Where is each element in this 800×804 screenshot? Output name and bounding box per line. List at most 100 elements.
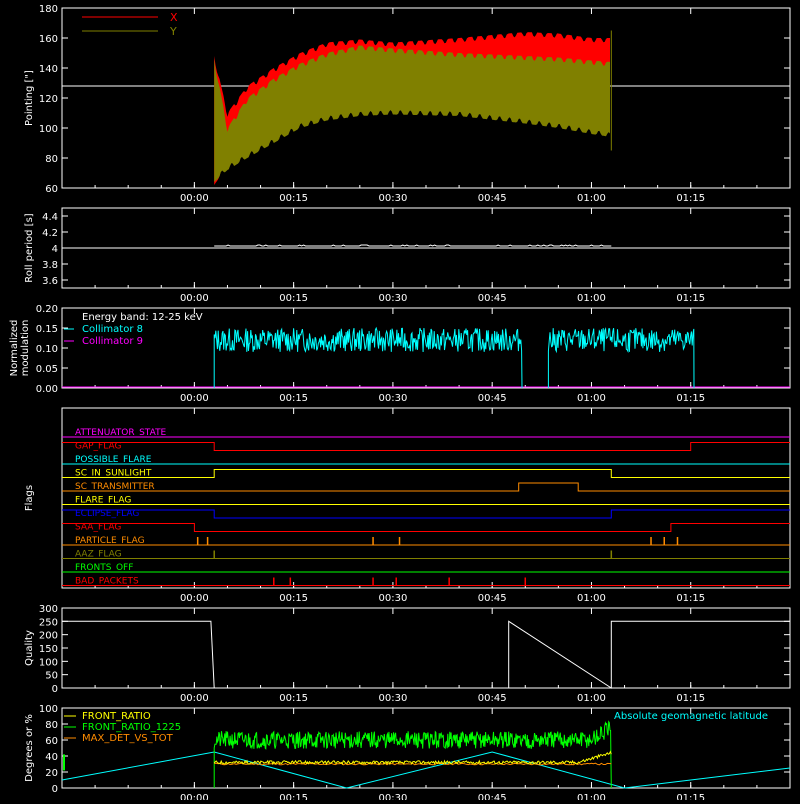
legend-label: FRONT_RATIO_1225 [82,722,181,733]
geomagnetic-latitude-line [61,751,791,789]
flag-trace [62,509,790,519]
x-tick-label: 01:00 [577,193,606,204]
x-tick-label: 00:15 [279,593,308,604]
x-tick-label: 00:15 [279,293,308,304]
y-axis-label: Quality [24,630,35,666]
y-tick-label: 120 [39,94,58,105]
x-tick-label: 01:15 [676,693,705,704]
y-tick-label: 0 [52,784,58,795]
legend-label: Collimator 9 [82,336,143,347]
y-tick-label: 300 [39,604,58,615]
y-tick-label: 0.15 [36,324,58,335]
y-tick-label: 0.00 [36,384,58,395]
panel-frame-3 [61,407,791,589]
y-tick-label: 0.05 [36,364,58,375]
y-tick-label: 3.8 [42,260,58,271]
legend-label: MAX_DET_VS_TOT [82,733,174,744]
y-tick-label: 100 [39,657,58,668]
x-tick-label: 00:30 [378,593,407,604]
legend-label: FRONT_RATIO [82,711,151,722]
pointing-band-y [214,45,610,182]
y-tick-label: 250 [39,617,58,628]
flag-trace [62,442,790,451]
y-axis-label: Pointing ["] [24,70,35,126]
x-tick-label: 00:45 [478,693,507,704]
y-tick-label: 160 [39,34,58,45]
x-tick-label: 00:00 [180,793,209,800]
collimator8-segment-1 [547,327,695,389]
x-tick-label: 00:45 [478,393,507,404]
flag-trace [62,523,790,532]
legend-label: Y [169,25,177,38]
x-tick-label: 01:15 [676,793,705,800]
x-tick-label: 00:30 [378,793,407,800]
y-tick-label: 3.6 [42,276,58,287]
x-tick-label: 00:45 [478,593,507,604]
quality-line [62,620,790,689]
x-tick-label: 00:45 [478,193,507,204]
x-tick-label: 01:15 [676,293,705,304]
x-tick-label: 00:00 [180,293,209,304]
y-tick-label: 0.20 [36,304,58,315]
x-tick-label: 00:00 [180,693,209,704]
y-axis-label: Roll period [s] [24,213,35,282]
y-tick-label: 60 [45,736,58,747]
x-tick-label: 00:15 [279,193,308,204]
x-tick-label: 00:15 [279,793,308,800]
x-tick-label: 00:00 [180,193,209,204]
y-tick-label: 60 [45,184,58,195]
flag-trace [62,482,790,492]
dashboard-svg: 00:00 00:15 00:30 00:45 01:00 01:15 60 80 100 120… [9,4,791,804]
x-tick-label: 00:15 [279,693,308,704]
y-tick-label: 4 [52,244,58,255]
collimator8-segment-0 [213,326,523,389]
chart-stage: 00:00 00:15 00:30 00:45 01:00 01:15 60 80 100 120… [0,0,800,804]
front-ratio-1225-line [213,720,612,789]
x-tick-label: 01:15 [676,393,705,404]
x-tick-label: 01:15 [676,193,705,204]
x-tick-label: 00:15 [279,393,308,404]
x-tick-label: 00:30 [378,293,407,304]
legend-label: Collimator 8 [82,324,143,335]
x-tick-label: 00:30 [378,393,407,404]
flag-trace [62,469,790,478]
right-legend-label: Absolute geomagnetic latitude [614,711,768,722]
x-tick-label: 01:15 [676,593,705,604]
y-tick-label: 180 [39,4,58,15]
y-axis-label: Flags [24,485,35,511]
y-tick-label: 50 [45,671,58,682]
y-axis-label-line: Normalized [9,320,20,377]
y-tick-label: 100 [39,704,58,715]
y-tick-label: 40 [45,752,58,763]
x-tick-label: 00:00 [180,593,209,604]
x-tick-label: 01:00 [577,293,606,304]
front-ratio-line [213,750,612,766]
y-tick-label: 80 [45,154,58,165]
x-tick-label: 01:00 [577,793,606,800]
y-axis-label: Degrees or % [24,714,35,782]
y-tick-label: 4.4 [42,212,58,223]
y-tick-label: 4.2 [42,228,58,239]
panel-frame-4 [61,607,791,689]
x-tick-label: 01:00 [577,693,606,704]
x-tick-label: 00:30 [378,693,407,704]
y-axis-label-line: modulation [20,320,31,377]
y-tick-label: 20 [45,768,58,779]
x-tick-label: 00:45 [478,293,507,304]
x-tick-label: 00:00 [180,393,209,404]
x-tick-label: 00:45 [478,793,507,800]
y-tick-label: 200 [39,631,58,642]
y-tick-label: 80 [45,720,58,731]
energy-band-label: Energy band: 12-25 keV [82,312,203,323]
y-tick-label: 140 [39,64,58,75]
y-tick-label: 0.10 [36,344,58,355]
y-tick-label: 100 [39,124,58,135]
y-tick-label: 150 [39,644,58,655]
y-axis-label: Normalizedmodulation [9,320,31,377]
legend-label: X [170,11,178,24]
x-tick-label: 01:00 [577,393,606,404]
roll-jitter [214,244,612,247]
x-tick-label: 00:30 [378,193,407,204]
x-tick-label: 01:00 [577,593,606,604]
y-tick-label: 0 [52,684,58,695]
